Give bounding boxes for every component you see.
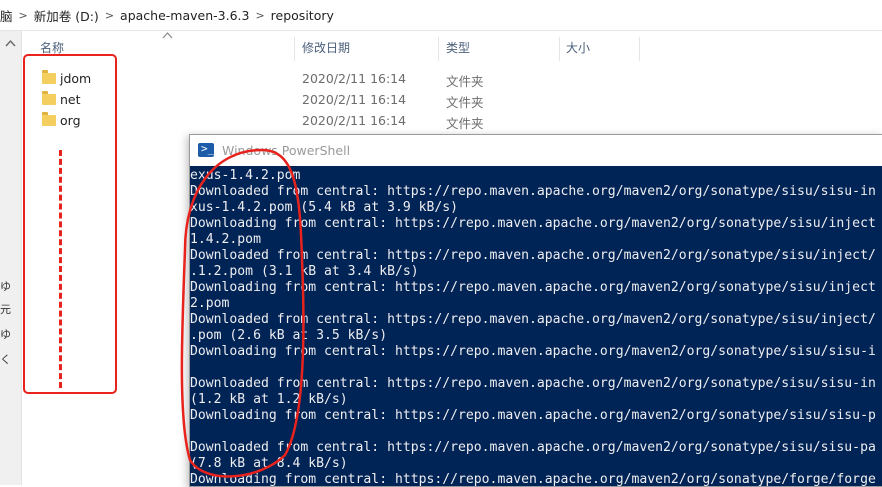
- file-type: 文件夹: [446, 74, 484, 89]
- console-line: Downloading from central: https://repo.m…: [190, 280, 876, 295]
- navigation-pane-scrollbar[interactable]: ゆ 元 ゆ く: [0, 31, 22, 485]
- breadcrumb-item-drive[interactable]: 新加卷 (D:): [34, 6, 99, 25]
- console-text: exus-1.4.2.pom Downloaded from central: …: [190, 166, 882, 486]
- powershell-icon: >_: [198, 142, 214, 157]
- annotation-box: [23, 54, 117, 394]
- column-divider[interactable]: [294, 37, 295, 61]
- console-line: (7.8 kB at 8.4 kB/s): [190, 456, 348, 471]
- breadcrumb-item-maven[interactable]: apache-maven-3.6.3: [120, 8, 249, 23]
- console-line: 1.4.2.pom: [190, 232, 261, 247]
- chevron-right-icon[interactable]: >: [105, 9, 114, 22]
- console-line: exus-1.4.2.pom: [190, 168, 301, 183]
- column-divider[interactable]: [438, 37, 439, 61]
- console-line: Downloaded from central: https://repo.ma…: [190, 376, 876, 391]
- console-line: xus-1.4.2.pom (5.4 kB at 3.9 kB/s): [190, 200, 459, 215]
- file-date: 2020/2/11 16:14: [302, 113, 407, 128]
- chevron-right-icon[interactable]: >: [19, 9, 28, 22]
- breadcrumb-item-pc[interactable]: 脑: [0, 6, 13, 25]
- column-header-date[interactable]: 修改日期: [302, 31, 350, 65]
- console-line: Downloaded from central: https://repo.ma…: [190, 248, 876, 263]
- console-line: (1.2 kB at 1.2 kB/s): [190, 392, 348, 407]
- column-header-type[interactable]: 类型: [446, 31, 470, 65]
- annotation-dashed-line: [59, 150, 64, 388]
- nav-pane-text: ゆ: [0, 328, 11, 341]
- console-line: 2.pom: [190, 296, 230, 311]
- nav-pane-text: く: [0, 353, 11, 366]
- powershell-titlebar[interactable]: >_ Windows PowerShell: [190, 135, 882, 166]
- console-line: .1.2.pom (3.1 kB at 3.4 kB/s): [190, 264, 419, 279]
- console-line: Downloaded from central: https://repo.ma…: [190, 184, 876, 199]
- console-line: .pom (2.6 kB at 3.5 kB/s): [190, 328, 388, 343]
- file-date: 2020/2/11 16:14: [302, 92, 407, 107]
- console-line: Downloading from central: https://repo.m…: [190, 472, 876, 486]
- console-line: Downloaded from central: https://repo.ma…: [190, 440, 876, 455]
- column-header-size[interactable]: 大小: [566, 31, 590, 65]
- breadcrumb-item-repository[interactable]: repository: [271, 8, 334, 23]
- file-date: 2020/2/11 16:14: [302, 71, 407, 86]
- window-title: Windows PowerShell: [222, 143, 351, 158]
- console-output[interactable]: exus-1.4.2.pom Downloaded from central: …: [190, 166, 882, 486]
- powershell-window[interactable]: >_ Windows PowerShell exus-1.4.2.pom Dow…: [189, 134, 882, 487]
- file-list-header: 名称 修改日期 类型 大小: [22, 31, 882, 65]
- address-breadcrumb[interactable]: 脑 > 新加卷 (D:) > apache-maven-3.6.3 > repo…: [0, 0, 882, 31]
- nav-pane-text: ゆ: [0, 280, 11, 293]
- sort-ascending-icon: [162, 29, 173, 42]
- column-divider[interactable]: [559, 37, 560, 61]
- file-type: 文件夹: [446, 95, 484, 110]
- file-type: 文件夹: [446, 116, 484, 131]
- nav-pane-text: 元: [0, 303, 11, 316]
- console-line: Downloading from central: https://repo.m…: [190, 408, 876, 423]
- chevron-right-icon[interactable]: >: [255, 9, 264, 22]
- console-line: Downloading from central: https://repo.m…: [190, 216, 876, 231]
- column-divider[interactable]: [639, 37, 640, 61]
- console-line: Downloaded from central: https://repo.ma…: [190, 312, 876, 327]
- scroll-up-icon[interactable]: [5, 37, 16, 55]
- console-line: Downloading from central: https://repo.m…: [190, 344, 876, 359]
